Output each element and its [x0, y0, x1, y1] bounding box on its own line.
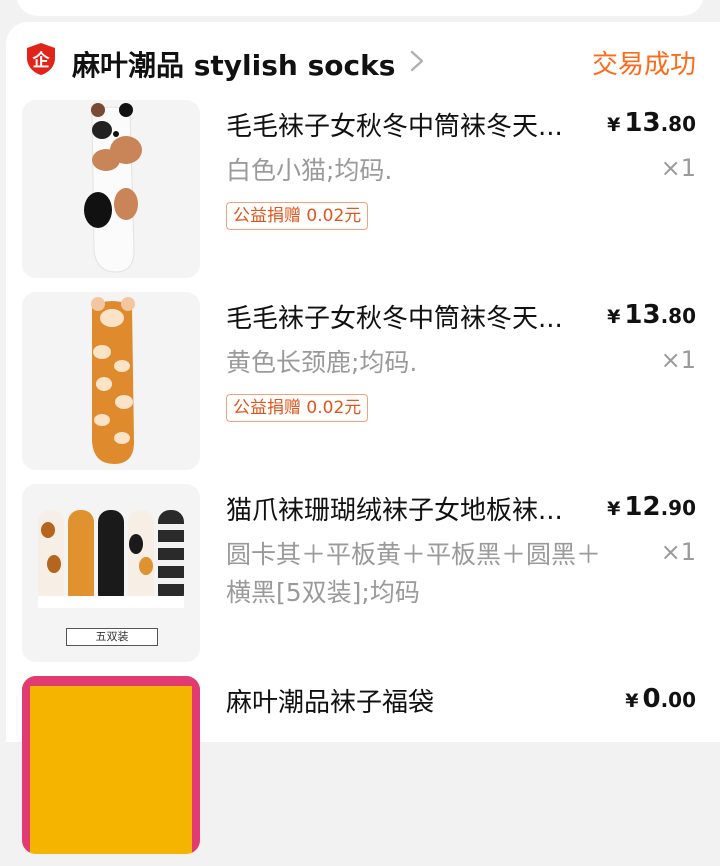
item-spec: 圆卡其＋平板黄＋平板黑＋圆黑＋横黑[5双装];均码 [226, 540, 602, 607]
item-spec: 黄色长颈鹿;均码. [226, 348, 418, 377]
shop-header[interactable]: 企 麻叶潮品 stylish socks 交易成功 [6, 22, 720, 100]
charity-donation-tag: 公益捐赠 0.02元 [226, 202, 369, 230]
white-cat-sock-drawing [22, 100, 200, 278]
white-cat-sock-image[interactable] [22, 100, 200, 278]
price-integer: 13 [624, 108, 661, 138]
order-item[interactable]: 五双装 猫爪袜珊瑚绒袜子女地板袜... 圆卡其＋平板黄＋平板黑＋圆黑＋横黑[5双… [6, 484, 720, 674]
item-quantity: ×1 [660, 346, 696, 374]
giraffe-sock-drawing [22, 292, 200, 470]
order-card: 企 麻叶潮品 stylish socks 交易成功 毛毛袜子女秋冬中筒袜冬天..… [6, 22, 720, 854]
order-item[interactable]: 麻叶潮品袜子福袋 ¥0.00 [6, 676, 720, 866]
giraffe-sock-image[interactable] [22, 292, 200, 470]
item-price: ¥12.90 [607, 492, 696, 522]
item-title[interactable]: 毛毛袜子女秋冬中筒袜冬天... [226, 298, 606, 335]
badge-glyph: 企 [32, 50, 51, 71]
shop-name[interactable]: 麻叶潮品 stylish socks [72, 44, 395, 84]
order-item[interactable]: 毛毛袜子女秋冬中筒袜冬天... 白色小猫;均码. ¥13.80 ×1 公益捐赠 … [6, 100, 720, 290]
item-title[interactable]: 毛毛袜子女秋冬中筒袜冬天... [226, 106, 606, 143]
price-integer: 12 [624, 492, 661, 522]
previous-card-edge [16, 0, 704, 16]
currency-symbol: ¥ [607, 114, 621, 136]
five-pack-label: 五双装 [66, 628, 158, 646]
price-integer: 13 [624, 300, 661, 330]
item-price: ¥13.80 [607, 300, 696, 330]
item-price: ¥13.80 [607, 108, 696, 138]
item-price: ¥0.00 [625, 684, 696, 714]
charity-donation-tag: 公益捐赠 0.02元 [226, 394, 369, 422]
item-quantity: ×1 [660, 538, 696, 566]
order-status: 交易成功 [591, 50, 696, 80]
item-spec: 白色小猫;均码. [226, 156, 393, 185]
chevron-right-icon[interactable] [407, 47, 427, 75]
price-integer: 0 [642, 684, 661, 714]
currency-symbol: ¥ [607, 498, 621, 520]
lucky-bag-image[interactable] [22, 676, 200, 854]
lucky-bag-drawing [22, 676, 200, 854]
currency-symbol: ¥ [607, 306, 621, 328]
cat-paw-socks-five-pack-image[interactable]: 五双装 [22, 484, 200, 662]
item-quantity: ×1 [660, 154, 696, 182]
item-title[interactable]: 麻叶潮品袜子福袋 [226, 682, 606, 719]
price-decimal: .90 [660, 496, 696, 520]
enterprise-shield-icon: 企 [27, 43, 55, 75]
item-title[interactable]: 猫爪袜珊瑚绒袜子女地板袜... [226, 490, 606, 527]
order-item[interactable]: 毛毛袜子女秋冬中筒袜冬天... 黄色长颈鹿;均码. ¥13.80 ×1 公益捐赠… [6, 292, 720, 482]
price-decimal: .80 [660, 304, 696, 328]
price-decimal: .80 [660, 112, 696, 136]
currency-symbol: ¥ [625, 690, 639, 712]
price-decimal: .00 [660, 688, 696, 712]
